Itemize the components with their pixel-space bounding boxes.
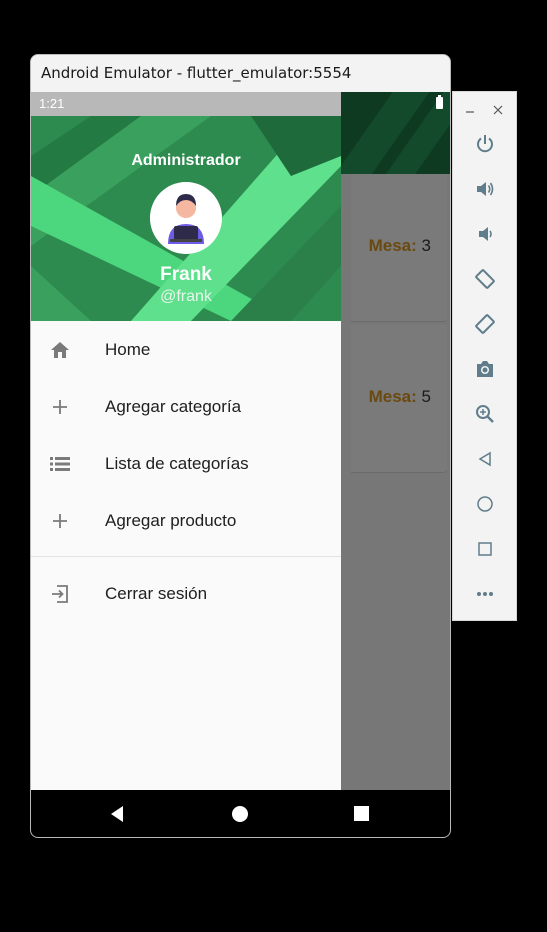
menu-item-label: Cerrar sesión: [105, 583, 208, 603]
power-icon[interactable]: [473, 132, 497, 156]
logout-icon: [49, 583, 71, 605]
user-handle: @frank: [160, 288, 212, 305]
menu-item-agregar-categoria[interactable]: Agregar categoría: [31, 378, 341, 435]
emulator-window: Android Emulator - flutter_emulator:5554…: [30, 54, 451, 838]
mesa-label: Mesa:: [368, 236, 417, 255]
rotate-right-icon[interactable]: [473, 312, 497, 336]
order-card[interactable]: Mesa: 5: [351, 325, 447, 473]
mesa-value: 5: [421, 387, 431, 406]
close-icon[interactable]: [493, 102, 503, 120]
back-icon[interactable]: [473, 447, 497, 471]
battery-icon: [436, 95, 443, 109]
emulator-side-toolbar: [452, 91, 517, 621]
user-avatar: [150, 182, 222, 254]
android-nav-bar: [31, 790, 450, 837]
plus-icon: [49, 396, 71, 418]
menu-item-label: Agregar producto: [105, 510, 237, 530]
user-name: Frank: [160, 264, 212, 285]
status-bar: 1:21: [31, 92, 450, 116]
zoom-icon[interactable]: [473, 402, 497, 426]
camera-icon[interactable]: [473, 357, 497, 381]
menu-item-label: Home: [105, 339, 151, 359]
menu-item-label: Agregar categoría: [105, 396, 242, 416]
home-icon: [49, 339, 71, 361]
navigation-drawer: Administrador Frank @frank Home Agregar …: [31, 92, 341, 790]
rotate-left-icon[interactable]: [473, 267, 497, 291]
home-circle-icon[interactable]: [473, 492, 497, 516]
volume-up-icon[interactable]: [473, 177, 497, 201]
menu-item-cerrar-sesion[interactable]: Cerrar sesión: [31, 565, 341, 622]
status-time: 1:21: [39, 96, 65, 111]
nav-home-icon[interactable]: [230, 804, 250, 824]
mesa-value: 3: [421, 236, 431, 255]
mesa-label: Mesa:: [368, 387, 417, 406]
overview-icon[interactable]: [473, 537, 497, 561]
menu-item-label: Lista de categorías: [105, 453, 249, 473]
more-icon[interactable]: [473, 582, 497, 606]
drawer-menu: Home Agregar categoría Lista de categorí…: [31, 321, 341, 622]
menu-divider: [31, 556, 341, 557]
window-title: Android Emulator - flutter_emulator:5554: [31, 55, 450, 92]
list-icon: [49, 453, 71, 475]
nav-back-icon[interactable]: [108, 804, 128, 824]
device-screen: Mesa: 3 Mesa: 5 1:21 Administrador Frank…: [31, 92, 450, 837]
menu-item-agregar-producto[interactable]: Agregar producto: [31, 492, 341, 549]
menu-item-home[interactable]: Home: [31, 321, 341, 378]
order-card[interactable]: Mesa: 3: [351, 174, 447, 322]
role-title: Administrador: [131, 152, 241, 169]
minimize-icon[interactable]: [465, 102, 475, 120]
menu-item-lista-categorias[interactable]: Lista de categorías: [31, 435, 341, 492]
volume-down-icon[interactable]: [473, 222, 497, 246]
plus-icon: [49, 510, 71, 532]
drawer-header: Administrador Frank @frank: [31, 116, 341, 321]
nav-overview-icon[interactable]: [352, 804, 372, 824]
